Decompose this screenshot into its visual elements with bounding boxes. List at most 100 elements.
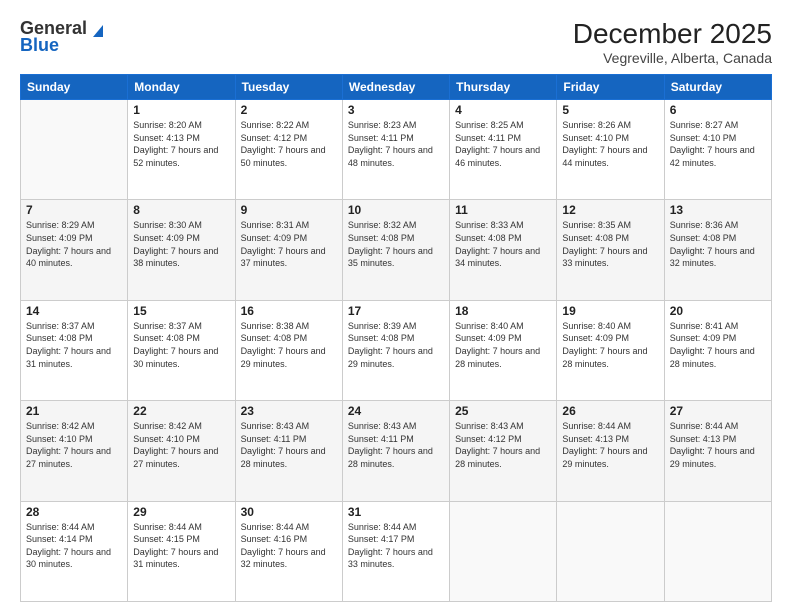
day-info: Sunrise: 8:20 AMSunset: 4:13 PMDaylight:… (133, 119, 229, 169)
calendar-day-cell: 26 Sunrise: 8:44 AMSunset: 4:13 PMDayligh… (557, 401, 664, 501)
day-number: 2 (241, 103, 337, 117)
day-number: 15 (133, 304, 229, 318)
day-info: Sunrise: 8:30 AMSunset: 4:09 PMDaylight:… (133, 219, 229, 269)
weekday-header-cell: Thursday (450, 75, 557, 100)
day-number: 27 (670, 404, 766, 418)
calendar-day-cell: 1 Sunrise: 8:20 AMSunset: 4:13 PMDaylight… (128, 100, 235, 200)
calendar-day-cell: 16 Sunrise: 8:38 AMSunset: 4:08 PMDayligh… (235, 300, 342, 400)
title-block: December 2025 Vegreville, Alberta, Canad… (573, 18, 772, 66)
day-info: Sunrise: 8:22 AMSunset: 4:12 PMDaylight:… (241, 119, 337, 169)
calendar-day-cell: 25Sunrise: 8:43 AMSunset: 4:12 PMDayligh… (450, 401, 557, 501)
day-number: 14 (26, 304, 122, 318)
calendar-day-cell: 2 Sunrise: 8:22 AMSunset: 4:12 PMDaylight… (235, 100, 342, 200)
weekday-header-cell: Sunday (21, 75, 128, 100)
calendar-day-cell: 11Sunrise: 8:33 AMSunset: 4:08 PMDayligh… (450, 200, 557, 300)
day-number: 16 (241, 304, 337, 318)
calendar-day-cell: 18Sunrise: 8:40 AMSunset: 4:09 PMDayligh… (450, 300, 557, 400)
calendar-day-cell: 10 Sunrise: 8:32 AMSunset: 4:08 PMDayligh… (342, 200, 449, 300)
calendar-week-row: 21 Sunrise: 8:42 AMSunset: 4:10 PMDayligh… (21, 401, 772, 501)
day-number: 31 (348, 505, 444, 519)
day-number: 1 (133, 103, 229, 117)
day-info: Sunrise: 8:43 AMSunset: 4:11 PMDaylight:… (241, 420, 337, 470)
day-info: Sunrise: 8:39 AMSunset: 4:08 PMDaylight:… (348, 320, 444, 370)
calendar-day-cell: 12 Sunrise: 8:35 AMSunset: 4:08 PMDayligh… (557, 200, 664, 300)
calendar-day-cell: 23 Sunrise: 8:43 AMSunset: 4:11 PMDayligh… (235, 401, 342, 501)
calendar-table: SundayMondayTuesdayWednesdayThursdayFrid… (20, 74, 772, 602)
calendar-day-cell: 31 Sunrise: 8:44 AMSunset: 4:17 PMDayligh… (342, 501, 449, 601)
day-info: Sunrise: 8:29 AMSunset: 4:09 PMDaylight:… (26, 219, 122, 269)
weekday-header-cell: Tuesday (235, 75, 342, 100)
day-number: 23 (241, 404, 337, 418)
day-number: 28 (26, 505, 122, 519)
calendar-day-cell: 22Sunrise: 8:42 AMSunset: 4:10 PMDayligh… (128, 401, 235, 501)
day-number: 22 (133, 404, 229, 418)
calendar-title: December 2025 (573, 18, 772, 50)
calendar-week-row: 14 Sunrise: 8:37 AMSunset: 4:08 PMDayligh… (21, 300, 772, 400)
day-info: Sunrise: 8:25 AMSunset: 4:11 PMDaylight:… (455, 119, 551, 169)
day-info: Sunrise: 8:32 AMSunset: 4:08 PMDaylight:… (348, 219, 444, 269)
calendar-day-cell: 24 Sunrise: 8:43 AMSunset: 4:11 PMDayligh… (342, 401, 449, 501)
calendar-day-cell: 4 Sunrise: 8:25 AMSunset: 4:11 PMDaylight… (450, 100, 557, 200)
weekday-header-cell: Monday (128, 75, 235, 100)
day-number: 4 (455, 103, 551, 117)
calendar-day-cell: 15 Sunrise: 8:37 AMSunset: 4:08 PMDayligh… (128, 300, 235, 400)
day-info: Sunrise: 8:42 AMSunset: 4:10 PMDaylight:… (26, 420, 122, 470)
day-info: Sunrise: 8:44 AMSunset: 4:13 PMDaylight:… (562, 420, 658, 470)
day-info: Sunrise: 8:43 AMSunset: 4:11 PMDaylight:… (348, 420, 444, 470)
calendar-week-row: 28 Sunrise: 8:44 AMSunset: 4:14 PMDayligh… (21, 501, 772, 601)
day-number: 26 (562, 404, 658, 418)
day-number: 20 (670, 304, 766, 318)
calendar-day-cell: 5Sunrise: 8:26 AMSunset: 4:10 PMDaylight… (557, 100, 664, 200)
day-info: Sunrise: 8:44 AMSunset: 4:14 PMDaylight:… (26, 521, 122, 571)
calendar-day-cell: 21 Sunrise: 8:42 AMSunset: 4:10 PMDayligh… (21, 401, 128, 501)
weekday-header-cell: Wednesday (342, 75, 449, 100)
calendar-day-cell: 14 Sunrise: 8:37 AMSunset: 4:08 PMDayligh… (21, 300, 128, 400)
day-info: Sunrise: 8:26 AMSunset: 4:10 PMDaylight:… (562, 119, 658, 169)
day-number: 12 (562, 203, 658, 217)
day-info: Sunrise: 8:37 AMSunset: 4:08 PMDaylight:… (133, 320, 229, 370)
header: General Blue December 2025 Vegreville, A… (20, 18, 772, 66)
calendar-day-cell: 9 Sunrise: 8:31 AMSunset: 4:09 PMDaylight… (235, 200, 342, 300)
day-info: Sunrise: 8:44 AMSunset: 4:13 PMDaylight:… (670, 420, 766, 470)
day-number: 19 (562, 304, 658, 318)
calendar-day-cell: 17 Sunrise: 8:39 AMSunset: 4:08 PMDayligh… (342, 300, 449, 400)
calendar-day-cell: 29 Sunrise: 8:44 AMSunset: 4:15 PMDayligh… (128, 501, 235, 601)
day-number: 10 (348, 203, 444, 217)
day-info: Sunrise: 8:44 AMSunset: 4:15 PMDaylight:… (133, 521, 229, 571)
weekday-header-cell: Saturday (664, 75, 771, 100)
day-info: Sunrise: 8:35 AMSunset: 4:08 PMDaylight:… (562, 219, 658, 269)
day-info: Sunrise: 8:37 AMSunset: 4:08 PMDaylight:… (26, 320, 122, 370)
weekday-header-row: SundayMondayTuesdayWednesdayThursdayFrid… (21, 75, 772, 100)
day-number: 17 (348, 304, 444, 318)
calendar-day-cell: 6Sunrise: 8:27 AMSunset: 4:10 PMDaylight… (664, 100, 771, 200)
day-info: Sunrise: 8:31 AMSunset: 4:09 PMDaylight:… (241, 219, 337, 269)
calendar-week-row: 7Sunrise: 8:29 AMSunset: 4:09 PMDaylight… (21, 200, 772, 300)
calendar-day-cell (450, 501, 557, 601)
day-info: Sunrise: 8:43 AMSunset: 4:12 PMDaylight:… (455, 420, 551, 470)
calendar-day-cell: 8 Sunrise: 8:30 AMSunset: 4:09 PMDaylight… (128, 200, 235, 300)
day-number: 9 (241, 203, 337, 217)
weekday-header-cell: Friday (557, 75, 664, 100)
day-info: Sunrise: 8:36 AMSunset: 4:08 PMDaylight:… (670, 219, 766, 269)
day-number: 30 (241, 505, 337, 519)
logo-triangle-icon (89, 21, 107, 39)
calendar-day-cell: 19Sunrise: 8:40 AMSunset: 4:09 PMDayligh… (557, 300, 664, 400)
calendar-day-cell: 3 Sunrise: 8:23 AMSunset: 4:11 PMDaylight… (342, 100, 449, 200)
day-number: 24 (348, 404, 444, 418)
day-info: Sunrise: 8:38 AMSunset: 4:08 PMDaylight:… (241, 320, 337, 370)
day-number: 13 (670, 203, 766, 217)
calendar-week-row: 1 Sunrise: 8:20 AMSunset: 4:13 PMDaylight… (21, 100, 772, 200)
calendar-day-cell: 30Sunrise: 8:44 AMSunset: 4:16 PMDayligh… (235, 501, 342, 601)
day-info: Sunrise: 8:27 AMSunset: 4:10 PMDaylight:… (670, 119, 766, 169)
day-number: 3 (348, 103, 444, 117)
calendar-day-cell (664, 501, 771, 601)
day-number: 29 (133, 505, 229, 519)
day-number: 21 (26, 404, 122, 418)
day-info: Sunrise: 8:23 AMSunset: 4:11 PMDaylight:… (348, 119, 444, 169)
calendar-day-cell (21, 100, 128, 200)
logo-blue-text: Blue (20, 35, 59, 56)
day-info: Sunrise: 8:41 AMSunset: 4:09 PMDaylight:… (670, 320, 766, 370)
day-number: 8 (133, 203, 229, 217)
day-info: Sunrise: 8:44 AMSunset: 4:17 PMDaylight:… (348, 521, 444, 571)
calendar-day-cell: 7Sunrise: 8:29 AMSunset: 4:09 PMDaylight… (21, 200, 128, 300)
